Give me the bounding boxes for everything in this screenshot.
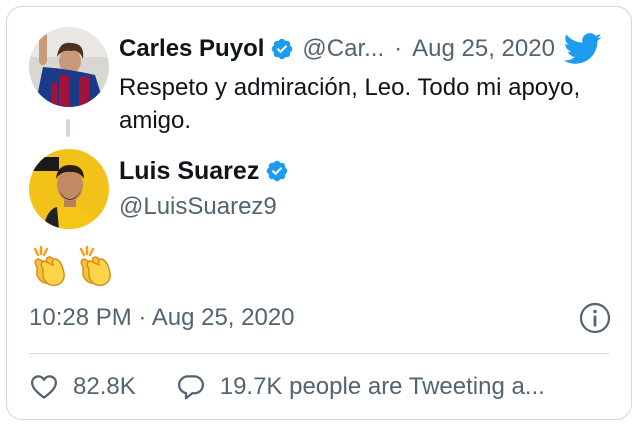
- reply-button[interactable]: 19.7K people are Tweeting a...: [176, 372, 545, 402]
- tweet-actions: 82.8K 19.7K people are Tweeting a...: [29, 367, 545, 407]
- like-count: 82.8K: [73, 373, 136, 400]
- tweet-timestamp[interactable]: 10:28 PM · Aug 25, 2020: [29, 304, 295, 332]
- verified-badge-icon: [267, 160, 288, 182]
- tweet-body: [29, 245, 117, 291]
- header-separator: ·: [394, 35, 403, 62]
- author-handle[interactable]: @LuisSuarez9: [119, 193, 277, 221]
- heart-icon: [31, 375, 57, 399]
- quoted-author-handle[interactable]: @Car...: [302, 35, 384, 63]
- thread-connector-line: [66, 119, 70, 137]
- info-icon[interactable]: [578, 301, 612, 335]
- quoted-author-name[interactable]: Carles Puyol: [119, 35, 264, 63]
- tweet-card: Carles Puyol @Car... · Aug 25, 2020 Resp…: [6, 6, 632, 420]
- author-avatar[interactable]: [29, 149, 109, 229]
- clapping-hands-icon: [79, 245, 111, 287]
- verified-badge-icon: [272, 38, 293, 60]
- twitter-bird-icon[interactable]: [563, 33, 603, 65]
- speech-bubble-icon: [177, 375, 204, 400]
- tweet-header: Luis Suarez: [119, 155, 289, 187]
- like-button[interactable]: 82.8K: [29, 372, 136, 402]
- quoted-tweet-header: Carles Puyol @Car... · Aug 25, 2020: [119, 33, 615, 65]
- author-name[interactable]: Luis Suarez: [119, 157, 259, 186]
- tweeting-about-count: 19.7K people are Tweeting a...: [219, 373, 545, 400]
- quoted-tweet-text: Respeto y admiración, Leo. Todo mi apoyo…: [119, 74, 581, 134]
- clapping-hands-icon: [33, 245, 65, 287]
- quoted-tweet-date[interactable]: Aug 25, 2020: [412, 35, 555, 63]
- actions-divider: [29, 353, 609, 354]
- quoted-author-avatar[interactable]: [29, 27, 109, 107]
